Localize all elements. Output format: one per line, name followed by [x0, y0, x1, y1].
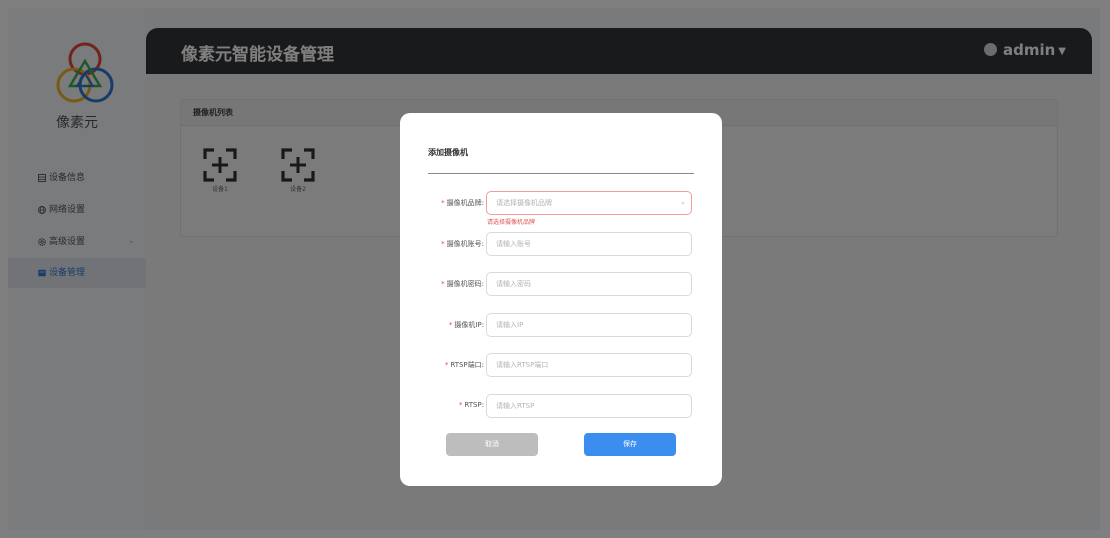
form-row-rtsp: * RTSP:: [400, 394, 722, 418]
add-camera-dialog: 添加摄像机 *摄像机品牌: ⌄ 请选择摄像机品牌 *摄像机账号: *摄像机密码:…: [400, 113, 722, 486]
chevron-down-icon: ⌄: [680, 198, 686, 206]
rtsp-input[interactable]: [486, 394, 692, 418]
brand-error-message: 请选择摄像机品牌: [487, 219, 536, 226]
field-label: * 摄像机账号:: [441, 240, 484, 248]
form-row-brand: *摄像机品牌: ⌄: [400, 191, 722, 215]
field-label: * 摄像机IP:: [448, 321, 484, 329]
cancel-button[interactable]: 取消: [446, 433, 538, 456]
camera-account-input[interactable]: [486, 232, 692, 256]
form-row-rtsp-port: * RTSP端口:: [400, 353, 722, 377]
form-row-ip: * 摄像机IP:: [400, 313, 722, 337]
camera-ip-input[interactable]: [486, 313, 692, 337]
dialog-title: 添加摄像机: [428, 148, 468, 157]
divider: [428, 173, 694, 174]
field-label: * RTSP端口:: [444, 361, 484, 369]
field-label: * RTSP:: [458, 401, 484, 409]
field-label: * 摄像机密码:: [441, 280, 484, 288]
camera-brand-select[interactable]: [486, 191, 692, 215]
save-button[interactable]: 保存: [584, 433, 676, 456]
field-label: * 摄像机品牌:: [441, 199, 484, 207]
rtsp-port-input[interactable]: [486, 353, 692, 377]
form-row-password: * 摄像机密码:: [400, 272, 722, 296]
camera-password-input[interactable]: [486, 272, 692, 296]
form-row-account: * 摄像机账号:: [400, 232, 722, 256]
